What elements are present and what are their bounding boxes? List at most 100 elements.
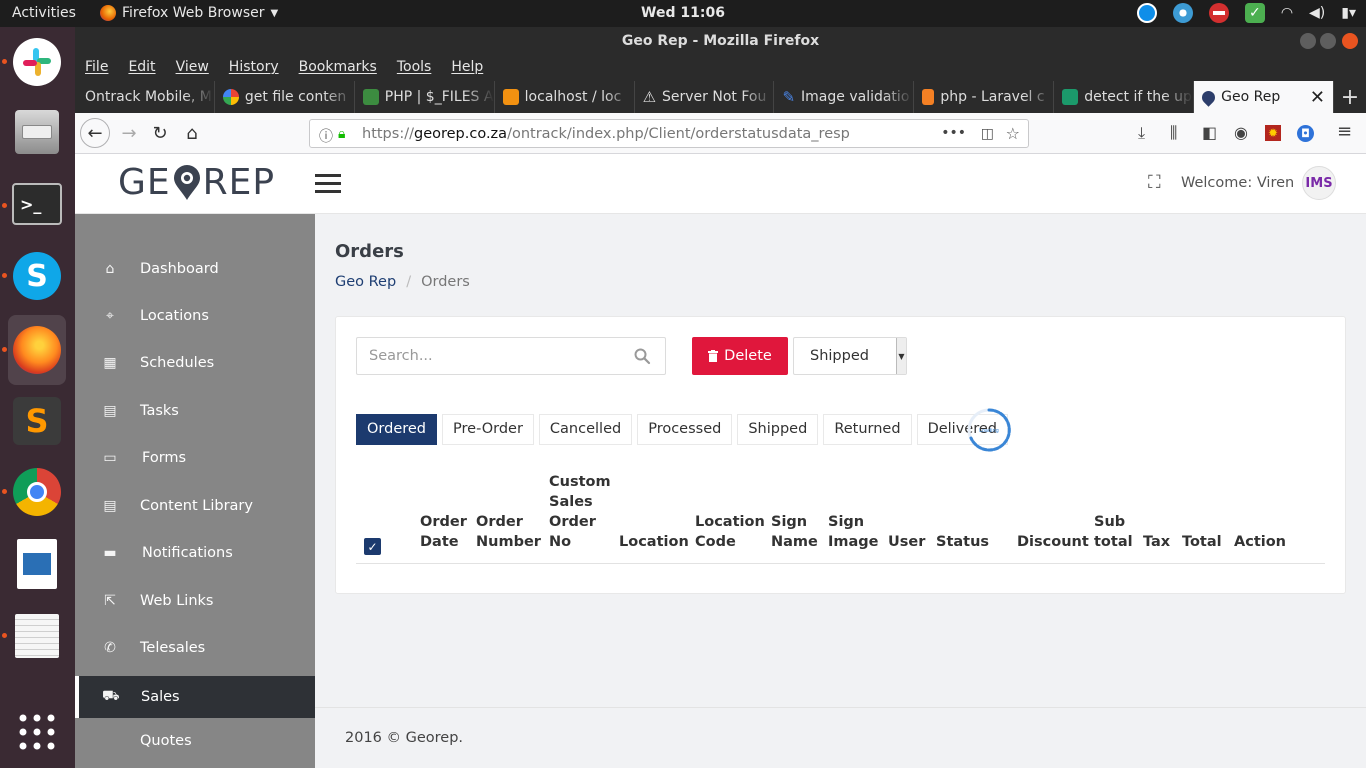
sidebar-item-dashboard[interactable]: ⌂ Dashboard bbox=[75, 248, 315, 290]
tab-shipped[interactable]: Shipped bbox=[737, 413, 819, 445]
menu-tools[interactable]: Tools bbox=[387, 55, 442, 81]
library-icon[interactable]: ⫼ bbox=[1170, 123, 1177, 143]
teamviewer-icon[interactable] bbox=[1136, 3, 1157, 23]
column-header[interactable]: Custom Sales Order No bbox=[549, 472, 611, 552]
sidebar-item-forms[interactable]: ▭ Forms bbox=[75, 437, 315, 479]
sidebar-item-sales[interactable]: ⛟ Sales bbox=[75, 676, 315, 718]
sidebar-toggle-button[interactable] bbox=[315, 174, 341, 193]
search-input[interactable] bbox=[357, 338, 627, 374]
column-header-line bbox=[1143, 492, 1170, 512]
search-icon[interactable] bbox=[633, 347, 651, 365]
star-bookmark-icon[interactable]: ☆ bbox=[1006, 124, 1020, 143]
menu-help[interactable]: Help bbox=[441, 55, 493, 81]
back-button[interactable]: ← bbox=[80, 118, 110, 148]
close-tab-icon[interactable]: ✕ bbox=[1310, 87, 1325, 108]
status-select[interactable]: Shipped ▼ bbox=[793, 337, 907, 375]
sidebar-toggle-icon[interactable]: ◧ bbox=[1202, 123, 1217, 142]
reload-button[interactable]: ↻ bbox=[146, 119, 174, 147]
select-all-checkbox[interactable]: ✓ bbox=[364, 538, 381, 555]
sidebar-item-notifications[interactable]: ▬ Notifications bbox=[75, 532, 315, 574]
menu-file[interactable]: File bbox=[75, 55, 118, 81]
fullscreen-icon[interactable]: ⛶ bbox=[1148, 172, 1161, 193]
browser-tab[interactable]: PHP | $_FILES A bbox=[355, 81, 495, 113]
new-tab-button[interactable]: + bbox=[1334, 81, 1366, 113]
avatar[interactable]: IMS bbox=[1302, 166, 1336, 200]
info-icon[interactable]: ⓘ bbox=[319, 126, 333, 146]
sidebar-subitem-quotes[interactable]: Quotes bbox=[75, 720, 315, 764]
dock-slack[interactable] bbox=[8, 33, 66, 91]
pocket-icon[interactable]: ◫ bbox=[981, 126, 994, 142]
dock-firefox[interactable] bbox=[8, 315, 66, 385]
breadcrumb-home-link[interactable]: Geo Rep bbox=[335, 274, 396, 290]
column-header[interactable]: Sign Image bbox=[828, 472, 879, 552]
browser-tab[interactable]: Ontrack Mobile, M bbox=[75, 81, 215, 113]
account-icon[interactable]: ◉ bbox=[1234, 123, 1248, 142]
dock-writer[interactable] bbox=[8, 535, 66, 593]
column-header[interactable]: Tax bbox=[1143, 472, 1170, 552]
column-header[interactable]: User bbox=[888, 472, 925, 552]
extension-icon[interactable]: ✹ bbox=[1265, 125, 1281, 141]
column-header-line bbox=[619, 492, 689, 512]
dock-files[interactable] bbox=[8, 103, 66, 161]
menu-history[interactable]: History bbox=[219, 55, 289, 81]
column-header[interactable]: Status bbox=[936, 472, 989, 552]
forward-button[interactable]: → bbox=[115, 119, 143, 147]
tab-returned[interactable]: Returned bbox=[823, 413, 912, 445]
browser-tab[interactable]: detect if the up bbox=[1054, 81, 1195, 113]
tab-processed[interactable]: Processed bbox=[637, 413, 733, 445]
browser-tab[interactable]: ⚠ Server Not Fou bbox=[635, 81, 775, 113]
wifi-icon[interactable]: ◠ bbox=[1281, 5, 1293, 21]
column-header[interactable]: Location Code bbox=[695, 472, 765, 552]
sidebar-item-tasks[interactable]: ▤ Tasks bbox=[75, 390, 315, 432]
dock-text-editor[interactable] bbox=[8, 607, 66, 665]
menu-edit[interactable]: Edit bbox=[118, 55, 165, 81]
lastpass-extension-icon[interactable]: ◘ bbox=[1297, 125, 1314, 142]
maximize-button[interactable] bbox=[1320, 33, 1336, 49]
minimize-button[interactable] bbox=[1300, 33, 1316, 49]
volume-icon[interactable]: ◀) bbox=[1309, 5, 1325, 21]
column-header[interactable]: Location bbox=[619, 472, 689, 552]
slack-tray-icon[interactable] bbox=[1172, 3, 1193, 23]
browser-tab-active[interactable]: Geo Rep ✕ bbox=[1194, 81, 1335, 113]
column-header[interactable]: Order Date bbox=[420, 472, 467, 552]
dock-sublime[interactable]: S bbox=[8, 392, 66, 450]
home-button[interactable]: ⌂ bbox=[178, 119, 206, 147]
tab-cancelled[interactable]: Cancelled bbox=[538, 413, 633, 445]
dock-skype[interactable]: S bbox=[8, 247, 66, 305]
column-header[interactable]: Total bbox=[1182, 472, 1222, 552]
column-header-line bbox=[1094, 492, 1133, 512]
column-header[interactable]: Sub total bbox=[1094, 472, 1133, 552]
show-applications-button[interactable] bbox=[8, 703, 66, 761]
web-page: GE REP ⛶ Welcome: Viren IMS ⌂ Dashboard … bbox=[75, 154, 1366, 768]
browser-tab[interactable]: ✎ Image validatio bbox=[774, 81, 915, 113]
system-tray[interactable]: ✓ ◠ ◀) ▮▾ bbox=[1136, 3, 1356, 23]
column-header[interactable]: Sign Name bbox=[771, 472, 818, 552]
menu-bookmarks[interactable]: Bookmarks bbox=[289, 55, 387, 81]
georep-logo[interactable]: GE REP bbox=[118, 162, 275, 203]
download-icon[interactable]: ⤓ bbox=[1138, 123, 1145, 143]
dock-chrome[interactable] bbox=[8, 463, 66, 521]
column-header[interactable]: Discount bbox=[1017, 472, 1089, 552]
sidebar-item-content-library[interactable]: ▤ Content Library bbox=[75, 485, 315, 527]
battery-icon[interactable]: ▮▾ bbox=[1341, 5, 1356, 21]
sidebar-item-locations[interactable]: ⌖ Locations bbox=[75, 295, 315, 337]
url-bar[interactable]: ⓘ 🔒︎ https:// georep.co.za /ontrack/inde… bbox=[309, 119, 1029, 148]
browser-tab[interactable]: get file conten bbox=[215, 81, 355, 113]
page-actions-icon[interactable]: ••• bbox=[941, 125, 966, 141]
column-header[interactable]: Order Number bbox=[476, 472, 541, 552]
sidebar-item-schedules[interactable]: ▦ Schedules bbox=[75, 342, 315, 384]
dock-terminal[interactable]: >_ bbox=[8, 175, 66, 233]
column-header[interactable]: Action bbox=[1234, 472, 1286, 552]
hamburger-menu-icon[interactable]: ≡ bbox=[1337, 121, 1352, 142]
sidebar-item-web-links[interactable]: ⇱ Web Links bbox=[75, 580, 315, 622]
delete-button[interactable]: Delete bbox=[692, 337, 788, 375]
do-not-disturb-icon[interactable] bbox=[1208, 3, 1229, 23]
menu-view[interactable]: View bbox=[166, 55, 219, 81]
browser-tab[interactable]: localhost / loc bbox=[495, 81, 635, 113]
updates-check-icon[interactable]: ✓ bbox=[1244, 3, 1265, 23]
sidebar-item-telesales[interactable]: ✆ Telesales bbox=[75, 627, 315, 669]
tab-ordered[interactable]: Ordered bbox=[356, 413, 438, 445]
browser-tab[interactable]: php - Laravel c bbox=[914, 81, 1055, 113]
close-window-button[interactable] bbox=[1342, 33, 1358, 49]
tab-pre-order[interactable]: Pre-Order bbox=[442, 413, 534, 445]
